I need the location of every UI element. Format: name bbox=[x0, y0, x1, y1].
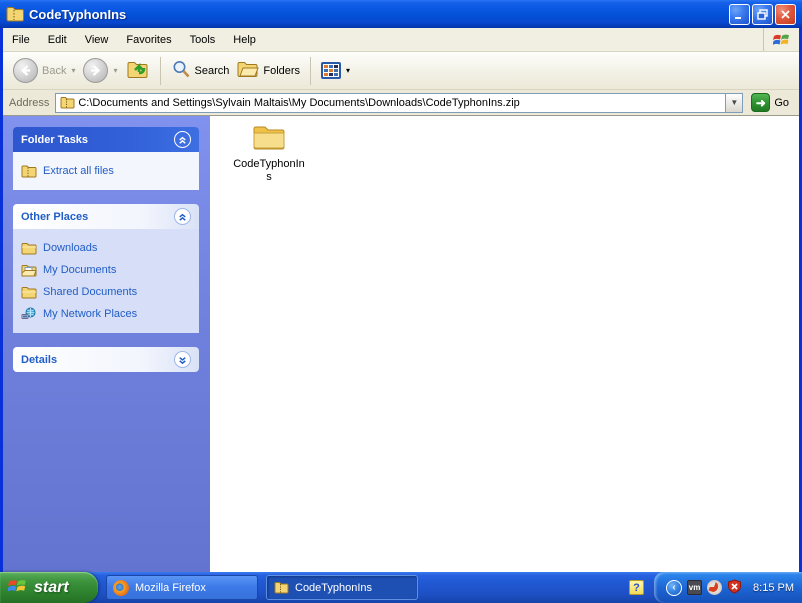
menu-favorites[interactable]: Favorites bbox=[117, 28, 180, 51]
toolbar-separator bbox=[159, 56, 161, 85]
back-icon bbox=[13, 58, 38, 83]
taskbar-button-label: CodeTyphonIns bbox=[295, 581, 373, 594]
shared-documents-link[interactable]: Shared Documents bbox=[19, 281, 193, 303]
downloads-link[interactable]: Downloads bbox=[19, 237, 193, 259]
folder-tasks-header[interactable]: Folder Tasks bbox=[13, 127, 199, 152]
up-button[interactable] bbox=[122, 55, 154, 86]
file-item-label: CodeTyphonIns bbox=[233, 158, 305, 183]
my-documents-icon bbox=[21, 262, 37, 278]
folder-tasks-title: Folder Tasks bbox=[21, 133, 89, 146]
zip-folder-icon bbox=[21, 163, 37, 179]
title-bar: CodeTyphonIns bbox=[0, 0, 802, 28]
search-label: Search bbox=[194, 64, 230, 77]
file-item-codetyphonins[interactable]: CodeTyphonIns bbox=[228, 122, 310, 184]
start-button[interactable]: start bbox=[0, 572, 98, 603]
task-pane: Folder Tasks Extract all files Other Pla… bbox=[3, 116, 210, 572]
restore-button[interactable] bbox=[752, 3, 773, 25]
my-documents-link[interactable]: My Documents bbox=[19, 259, 193, 281]
shared-documents-icon bbox=[21, 284, 37, 300]
back-label: Back bbox=[42, 64, 67, 77]
network-places-icon bbox=[21, 306, 37, 322]
other-places-header[interactable]: Other Places bbox=[13, 204, 199, 229]
zip-folder-icon bbox=[59, 95, 75, 111]
views-button[interactable]: ▾ bbox=[317, 59, 354, 82]
zip-folder-icon bbox=[6, 6, 24, 22]
chevron-up-icon[interactable] bbox=[174, 208, 191, 225]
search-icon bbox=[171, 59, 191, 82]
my-documents-label[interactable]: My Documents bbox=[43, 264, 116, 276]
downloads-label[interactable]: Downloads bbox=[43, 242, 97, 254]
minimize-button[interactable] bbox=[729, 3, 750, 25]
go-area: ➜ Go bbox=[743, 93, 795, 112]
taskbar: start Mozilla Firefox CodeTyphonIns ? ‹ … bbox=[0, 572, 802, 603]
start-label: start bbox=[34, 578, 69, 596]
toolbar: Back ▾ ▾ Search Folders ▾ bbox=[3, 52, 799, 90]
address-input[interactable] bbox=[78, 94, 726, 111]
forward-icon bbox=[83, 58, 109, 83]
folders-label: Folders bbox=[263, 64, 301, 77]
menu-tools[interactable]: Tools bbox=[181, 28, 225, 51]
go-label[interactable]: Go bbox=[774, 97, 789, 109]
address-combobox[interactable]: ▼ bbox=[55, 92, 744, 113]
views-icon bbox=[321, 62, 342, 79]
folder-icon bbox=[21, 240, 37, 256]
app-swirl-icon[interactable] bbox=[707, 580, 723, 595]
extract-all-files-link[interactable]: Extract all files bbox=[19, 160, 193, 182]
folders-button[interactable]: Folders bbox=[233, 57, 304, 84]
menu-file[interactable]: File bbox=[3, 28, 39, 51]
chevron-down-icon[interactable] bbox=[174, 351, 191, 368]
details-title: Details bbox=[21, 353, 58, 366]
zip-folder-icon bbox=[273, 580, 289, 596]
shared-documents-label[interactable]: Shared Documents bbox=[43, 286, 137, 298]
search-button[interactable]: Search bbox=[167, 56, 234, 85]
extract-all-files-label[interactable]: Extract all files bbox=[43, 165, 114, 177]
menu-view[interactable]: View bbox=[76, 28, 118, 51]
views-dropdown-icon[interactable]: ▾ bbox=[346, 66, 350, 75]
close-button[interactable] bbox=[775, 3, 796, 25]
address-label: Address bbox=[9, 96, 50, 109]
details-box: Details bbox=[13, 347, 199, 372]
collapse-chevron-icon[interactable]: ‹ bbox=[666, 579, 683, 596]
back-dropdown-icon[interactable]: ▾ bbox=[71, 66, 75, 75]
explorer-window: CodeTyphonIns File Edit View Favorites T… bbox=[0, 0, 802, 572]
menu-bar: File Edit View Favorites Tools Help bbox=[3, 28, 799, 52]
system-tray: ‹ vm 8:15 PM bbox=[654, 572, 802, 603]
menu-help[interactable]: Help bbox=[224, 28, 265, 51]
security-alert-icon[interactable] bbox=[727, 578, 742, 597]
folder-tasks-box: Folder Tasks Extract all files bbox=[13, 127, 199, 190]
go-icon[interactable]: ➜ bbox=[751, 93, 771, 112]
address-dropdown-button[interactable]: ▼ bbox=[725, 93, 743, 112]
chevron-up-icon[interactable] bbox=[174, 131, 191, 148]
help-icon[interactable]: ? bbox=[629, 580, 645, 595]
file-list-area: CodeTyphonIns bbox=[210, 116, 799, 572]
folder-tasks-body: Extract all files bbox=[13, 152, 199, 190]
forward-button[interactable]: ▾ bbox=[79, 55, 121, 86]
folder-icon bbox=[251, 122, 287, 155]
windows-logo-icon bbox=[763, 28, 799, 51]
taskbar-clock[interactable]: 8:15 PM bbox=[753, 582, 794, 594]
details-header[interactable]: Details bbox=[13, 347, 199, 372]
firefox-icon bbox=[113, 579, 129, 596]
taskbar-button-label: Mozilla Firefox bbox=[135, 581, 206, 594]
taskbar-button-codetyphonins[interactable]: CodeTyphonIns bbox=[266, 575, 418, 600]
vmware-icon[interactable]: vm bbox=[687, 580, 703, 595]
explorer-body: Folder Tasks Extract all files Other Pla… bbox=[3, 116, 799, 572]
menu-edit[interactable]: Edit bbox=[39, 28, 76, 51]
address-bar: Address ▼ ➜ Go bbox=[3, 90, 799, 116]
other-places-box: Other Places Downloads My Documents Shar… bbox=[13, 204, 199, 333]
toolbar-separator bbox=[310, 56, 312, 85]
other-places-title: Other Places bbox=[21, 210, 89, 223]
my-network-places-link[interactable]: My Network Places bbox=[19, 303, 193, 325]
my-network-places-label[interactable]: My Network Places bbox=[43, 308, 137, 320]
up-folder-icon bbox=[126, 58, 150, 83]
window-title: CodeTyphonIns bbox=[29, 6, 127, 22]
windows-logo-icon bbox=[7, 577, 28, 598]
folders-icon bbox=[237, 60, 260, 81]
back-button[interactable]: Back ▾ bbox=[9, 55, 79, 86]
forward-dropdown-icon[interactable]: ▾ bbox=[113, 66, 117, 75]
taskbar-button-firefox[interactable]: Mozilla Firefox bbox=[106, 575, 258, 600]
other-places-body: Downloads My Documents Shared Documents … bbox=[13, 229, 199, 333]
desktop-screen: CodeTyphonIns File Edit View Favorites T… bbox=[0, 0, 802, 603]
